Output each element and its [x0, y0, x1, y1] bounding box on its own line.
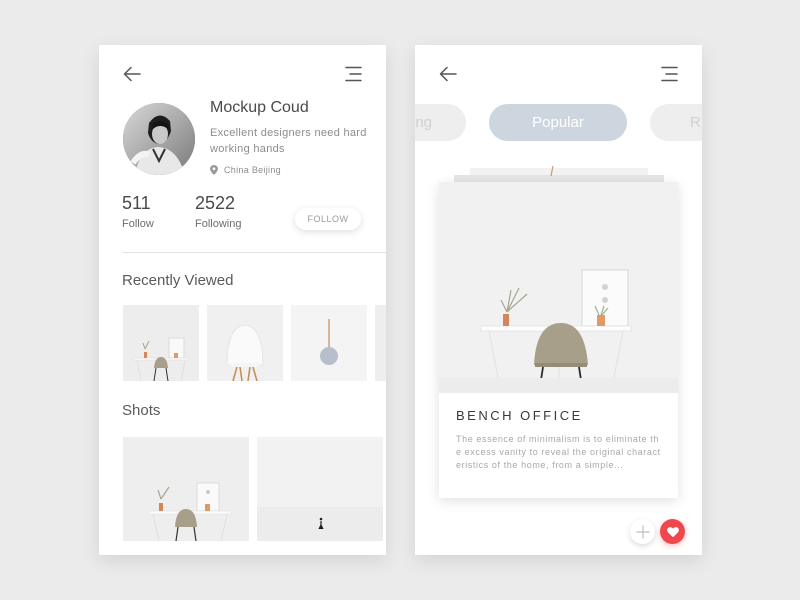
location-text: China Beijing	[224, 165, 281, 175]
recent-thumb-desk[interactable]	[123, 305, 199, 381]
profile-location: China Beijing	[210, 165, 281, 175]
avatar[interactable]	[123, 103, 195, 175]
back-arrow-icon	[439, 66, 457, 82]
menu-icon	[661, 66, 678, 82]
divider	[122, 252, 386, 253]
partial-photo	[375, 305, 386, 381]
card-image	[439, 182, 678, 393]
stat-follow[interactable]: 511 Follow	[122, 193, 154, 230]
menu-button[interactable]	[343, 63, 365, 85]
heart-icon	[666, 526, 679, 537]
tab-right[interactable]: R	[650, 104, 702, 141]
recent-thumb-partial[interactable]	[375, 305, 386, 381]
menu-icon	[345, 66, 362, 82]
detail-screen: ng Popular R BENCH OFFICE The essence of…	[415, 45, 702, 555]
shots-title: Shots	[122, 402, 161, 419]
shot-desk[interactable]	[123, 437, 249, 541]
stat-following[interactable]: 2522 Following	[195, 193, 241, 230]
like-button[interactable]	[660, 519, 685, 544]
desk-photo	[123, 305, 199, 381]
back-button[interactable]	[437, 63, 459, 85]
stat-following-label: Following	[195, 218, 242, 230]
stat-follow-label: Follow	[122, 218, 154, 230]
lamp-peek-icon	[550, 165, 554, 177]
back-arrow-icon	[123, 66, 141, 82]
snow-shot-photo	[257, 437, 383, 541]
follow-button[interactable]: FOLLOW	[295, 208, 361, 230]
card-stack-peek	[548, 165, 556, 177]
tab-left[interactable]: ng	[415, 104, 466, 141]
location-pin-icon	[210, 165, 218, 175]
back-button[interactable]	[121, 63, 143, 85]
desk-shot-photo	[123, 437, 249, 541]
plus-icon	[635, 524, 650, 539]
stat-following-value: 2522	[195, 193, 236, 213]
profile-bio: Excellent designers need hardworking han…	[210, 127, 367, 155]
shot-snow[interactable]	[257, 437, 383, 541]
recently-viewed-title: Recently Viewed	[122, 272, 234, 289]
recent-thumb-chair[interactable]	[207, 305, 283, 381]
profile-screen: Mockup Coud Excellent designers need har…	[99, 45, 386, 555]
avatar-photo	[123, 103, 195, 175]
chair-photo	[207, 305, 283, 381]
profile-name: Mockup Coud	[210, 99, 309, 116]
card-description: The essence of minimalism is to eliminat…	[456, 434, 661, 470]
tab-popular[interactable]: Popular	[489, 104, 627, 141]
bench-office-photo	[439, 182, 678, 393]
add-button[interactable]	[630, 519, 655, 544]
stat-follow-value: 511	[122, 193, 151, 213]
lamp-photo	[291, 305, 367, 381]
product-card[interactable]: BENCH OFFICE The essence of minimalism i…	[439, 182, 685, 544]
card-title: BENCH OFFICE	[456, 408, 583, 423]
recent-thumb-lamp[interactable]	[291, 305, 367, 381]
menu-button[interactable]	[659, 63, 681, 85]
